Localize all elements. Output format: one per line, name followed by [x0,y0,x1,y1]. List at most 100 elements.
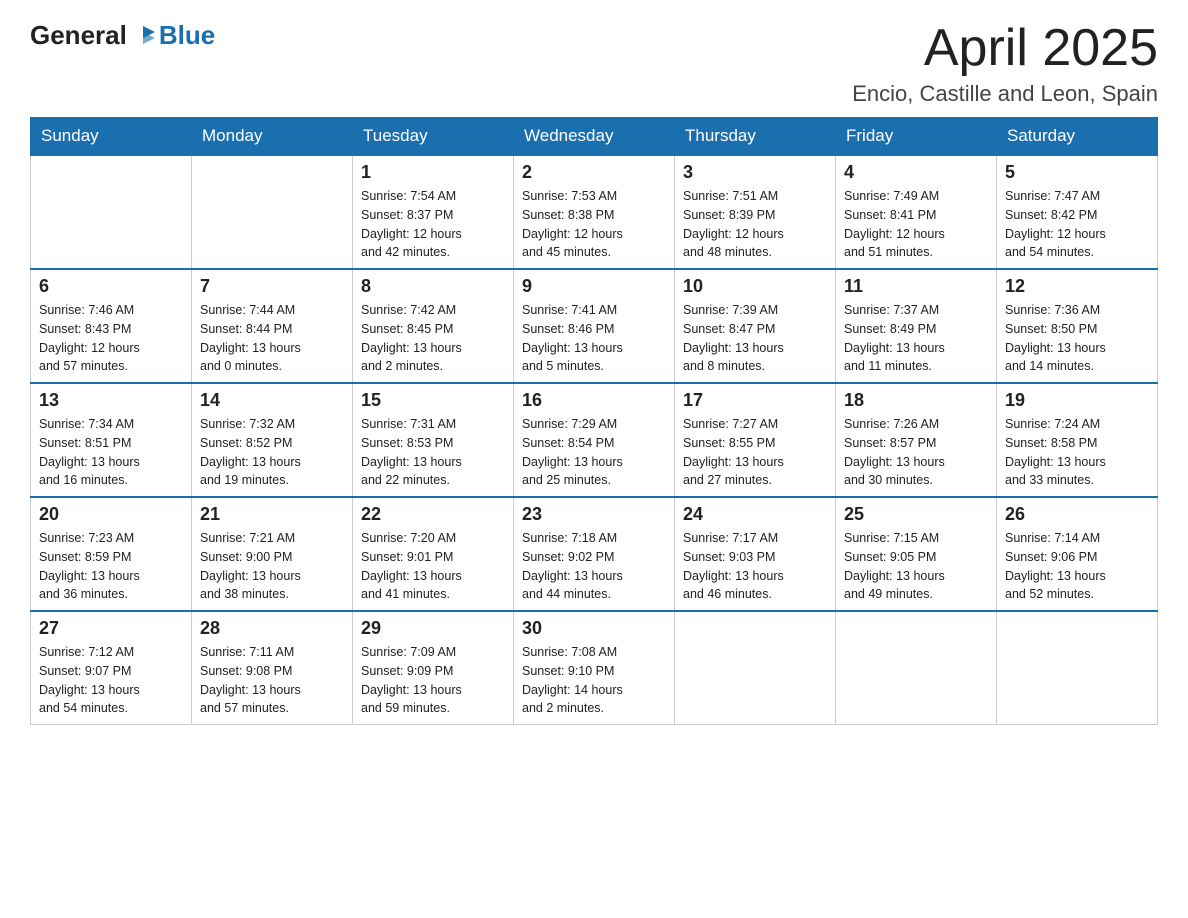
calendar-cell: 24 Sunrise: 7:17 AM Sunset: 9:03 PM Dayli… [675,497,836,611]
day-number: 5 [1005,162,1149,183]
calendar-cell: 14 Sunrise: 7:32 AM Sunset: 8:52 PM Dayli… [192,383,353,497]
day-number: 6 [39,276,183,297]
calendar-cell: 11 Sunrise: 7:37 AM Sunset: 8:49 PM Dayli… [836,269,997,383]
day-number: 24 [683,504,827,525]
calendar-table: SundayMondayTuesdayWednesdayThursdayFrid… [30,117,1158,725]
calendar-cell: 21 Sunrise: 7:21 AM Sunset: 9:00 PM Dayli… [192,497,353,611]
day-info: Sunrise: 7:44 AM Sunset: 8:44 PM Dayligh… [200,301,344,376]
logo-flag-icon [129,22,157,50]
calendar-week-row: 20 Sunrise: 7:23 AM Sunset: 8:59 PM Dayli… [31,497,1158,611]
calendar-cell: 28Sunrise: 7:11 AM Sunset: 9:08 PM Dayli… [192,611,353,725]
day-number: 15 [361,390,505,411]
day-number: 29 [361,618,505,639]
location-subtitle: Encio, Castille and Leon, Spain [852,81,1158,107]
calendar-week-row: 6Sunrise: 7:46 AM Sunset: 8:43 PM Daylig… [31,269,1158,383]
day-info: Sunrise: 7:41 AM Sunset: 8:46 PM Dayligh… [522,301,666,376]
logo: General Blue [30,20,215,51]
month-year-title: April 2025 [852,20,1158,77]
weekday-header-wednesday: Wednesday [514,118,675,156]
day-number: 18 [844,390,988,411]
day-info: Sunrise: 7:11 AM Sunset: 9:08 PM Dayligh… [200,643,344,718]
calendar-cell [675,611,836,725]
day-info: Sunrise: 7:18 AM Sunset: 9:02 PM Dayligh… [522,529,666,604]
calendar-cell: 6Sunrise: 7:46 AM Sunset: 8:43 PM Daylig… [31,269,192,383]
day-info: Sunrise: 7:47 AM Sunset: 8:42 PM Dayligh… [1005,187,1149,262]
calendar-cell [997,611,1158,725]
day-number: 12 [1005,276,1149,297]
calendar-cell: 22 Sunrise: 7:20 AM Sunset: 9:01 PM Dayli… [353,497,514,611]
day-number: 17 [683,390,827,411]
day-info: Sunrise: 7:53 AM Sunset: 8:38 PM Dayligh… [522,187,666,262]
day-number: 22 [361,504,505,525]
day-info: Sunrise: 7:12 AM Sunset: 9:07 PM Dayligh… [39,643,183,718]
calendar-cell: 13Sunrise: 7:34 AM Sunset: 8:51 PM Dayli… [31,383,192,497]
calendar-cell: 3 Sunrise: 7:51 AM Sunset: 8:39 PM Daylig… [675,155,836,269]
calendar-cell: 29Sunrise: 7:09 AM Sunset: 9:09 PM Dayli… [353,611,514,725]
weekday-header-thursday: Thursday [675,118,836,156]
day-number: 4 [844,162,988,183]
day-info: Sunrise: 7:42 AM Sunset: 8:45 PM Dayligh… [361,301,505,376]
day-number: 7 [200,276,344,297]
day-number: 9 [522,276,666,297]
day-number: 10 [683,276,827,297]
day-number: 20 [39,504,183,525]
calendar-cell [31,155,192,269]
calendar-cell [836,611,997,725]
day-number: 13 [39,390,183,411]
weekday-header-friday: Friday [836,118,997,156]
day-number: 14 [200,390,344,411]
day-number: 21 [200,504,344,525]
calendar-cell: 5 Sunrise: 7:47 AM Sunset: 8:42 PM Daylig… [997,155,1158,269]
day-info: Sunrise: 7:17 AM Sunset: 9:03 PM Dayligh… [683,529,827,604]
calendar-cell: 27 Sunrise: 7:12 AM Sunset: 9:07 PM Dayli… [31,611,192,725]
calendar-week-row: 27 Sunrise: 7:12 AM Sunset: 9:07 PM Dayli… [31,611,1158,725]
day-info: Sunrise: 7:31 AM Sunset: 8:53 PM Dayligh… [361,415,505,490]
day-info: Sunrise: 7:51 AM Sunset: 8:39 PM Dayligh… [683,187,827,262]
calendar-week-row: 1 Sunrise: 7:54 AM Sunset: 8:37 PM Daylig… [31,155,1158,269]
calendar-cell: 20 Sunrise: 7:23 AM Sunset: 8:59 PM Dayli… [31,497,192,611]
calendar-cell: 4 Sunrise: 7:49 AM Sunset: 8:41 PM Daylig… [836,155,997,269]
logo-general-text: General [30,20,127,51]
calendar-cell: 12 Sunrise: 7:36 AM Sunset: 8:50 PM Dayli… [997,269,1158,383]
day-number: 3 [683,162,827,183]
weekday-header-row: SundayMondayTuesdayWednesdayThursdayFrid… [31,118,1158,156]
day-info: Sunrise: 7:49 AM Sunset: 8:41 PM Dayligh… [844,187,988,262]
day-info: Sunrise: 7:20 AM Sunset: 9:01 PM Dayligh… [361,529,505,604]
day-info: Sunrise: 7:26 AM Sunset: 8:57 PM Dayligh… [844,415,988,490]
calendar-cell: 1 Sunrise: 7:54 AM Sunset: 8:37 PM Daylig… [353,155,514,269]
calendar-cell: 2Sunrise: 7:53 AM Sunset: 8:38 PM Daylig… [514,155,675,269]
weekday-header-sunday: Sunday [31,118,192,156]
day-number: 26 [1005,504,1149,525]
day-info: Sunrise: 7:08 AM Sunset: 9:10 PM Dayligh… [522,643,666,718]
day-number: 8 [361,276,505,297]
day-number: 1 [361,162,505,183]
logo-blue-text: Blue [159,20,215,51]
weekday-header-tuesday: Tuesday [353,118,514,156]
day-number: 19 [1005,390,1149,411]
day-info: Sunrise: 7:21 AM Sunset: 9:00 PM Dayligh… [200,529,344,604]
calendar-cell: 15 Sunrise: 7:31 AM Sunset: 8:53 PM Dayli… [353,383,514,497]
calendar-cell: 10Sunrise: 7:39 AM Sunset: 8:47 PM Dayli… [675,269,836,383]
day-number: 23 [522,504,666,525]
calendar-cell: 8 Sunrise: 7:42 AM Sunset: 8:45 PM Daylig… [353,269,514,383]
calendar-week-row: 13Sunrise: 7:34 AM Sunset: 8:51 PM Dayli… [31,383,1158,497]
day-info: Sunrise: 7:23 AM Sunset: 8:59 PM Dayligh… [39,529,183,604]
day-info: Sunrise: 7:37 AM Sunset: 8:49 PM Dayligh… [844,301,988,376]
weekday-header-saturday: Saturday [997,118,1158,156]
day-number: 27 [39,618,183,639]
day-info: Sunrise: 7:24 AM Sunset: 8:58 PM Dayligh… [1005,415,1149,490]
calendar-cell: 9 Sunrise: 7:41 AM Sunset: 8:46 PM Daylig… [514,269,675,383]
day-info: Sunrise: 7:15 AM Sunset: 9:05 PM Dayligh… [844,529,988,604]
day-number: 30 [522,618,666,639]
calendar-cell: 26Sunrise: 7:14 AM Sunset: 9:06 PM Dayli… [997,497,1158,611]
day-info: Sunrise: 7:54 AM Sunset: 8:37 PM Dayligh… [361,187,505,262]
calendar-cell: 23 Sunrise: 7:18 AM Sunset: 9:02 PM Dayli… [514,497,675,611]
weekday-header-monday: Monday [192,118,353,156]
page-header: General Blue April 2025 Encio, Castille … [30,20,1158,107]
day-info: Sunrise: 7:32 AM Sunset: 8:52 PM Dayligh… [200,415,344,490]
day-number: 25 [844,504,988,525]
day-info: Sunrise: 7:36 AM Sunset: 8:50 PM Dayligh… [1005,301,1149,376]
day-number: 11 [844,276,988,297]
day-info: Sunrise: 7:27 AM Sunset: 8:55 PM Dayligh… [683,415,827,490]
calendar-cell: 30 Sunrise: 7:08 AM Sunset: 9:10 PM Dayli… [514,611,675,725]
